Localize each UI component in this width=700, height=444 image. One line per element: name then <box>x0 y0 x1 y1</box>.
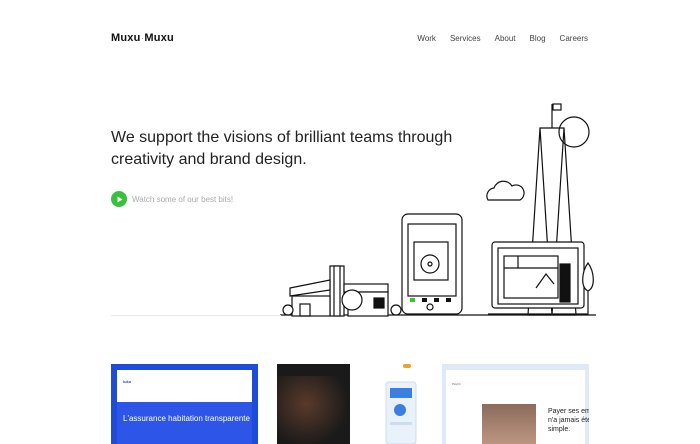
logo[interactable]: Muxu.Muxu <box>111 32 174 44</box>
card-title: Payer ses em n'a jamais été simple. <box>548 408 589 433</box>
hero-illustration <box>280 103 596 317</box>
card-photo <box>482 404 536 444</box>
watch-video-link[interactable]: Watch some of our best bits! <box>111 191 233 207</box>
nav-services[interactable]: Services <box>450 34 481 43</box>
main-nav: Work Services About Blog Careers <box>417 34 588 43</box>
nav-careers[interactable]: Careers <box>560 34 588 43</box>
nav-blog[interactable]: Blog <box>530 34 546 43</box>
card-image <box>277 376 350 444</box>
logo-left: Muxu <box>111 32 141 44</box>
card-brand: PayFit <box>452 382 461 386</box>
card-brand: luko <box>123 379 132 384</box>
case-study-card-payfit[interactable]: PayFit Payer ses em n'a jamais été simpl… <box>442 364 589 444</box>
card-nav: PayFit <box>452 382 461 386</box>
watch-label: Watch some of our best bits! <box>132 194 234 204</box>
logo-right: Muxu <box>144 32 174 44</box>
phone-mockup-icon <box>385 381 417 444</box>
case-study-card-luko[interactable]: luko L'assurance habitation transparente <box>111 364 258 444</box>
card-nav: luko <box>123 379 131 384</box>
divider <box>111 315 281 316</box>
nav-work[interactable]: Work <box>417 34 436 43</box>
card-title: L'assurance habitation transparente <box>123 414 250 423</box>
play-icon[interactable] <box>111 191 127 207</box>
nav-about[interactable]: About <box>495 34 516 43</box>
case-study-card-dark[interactable] <box>277 364 350 444</box>
